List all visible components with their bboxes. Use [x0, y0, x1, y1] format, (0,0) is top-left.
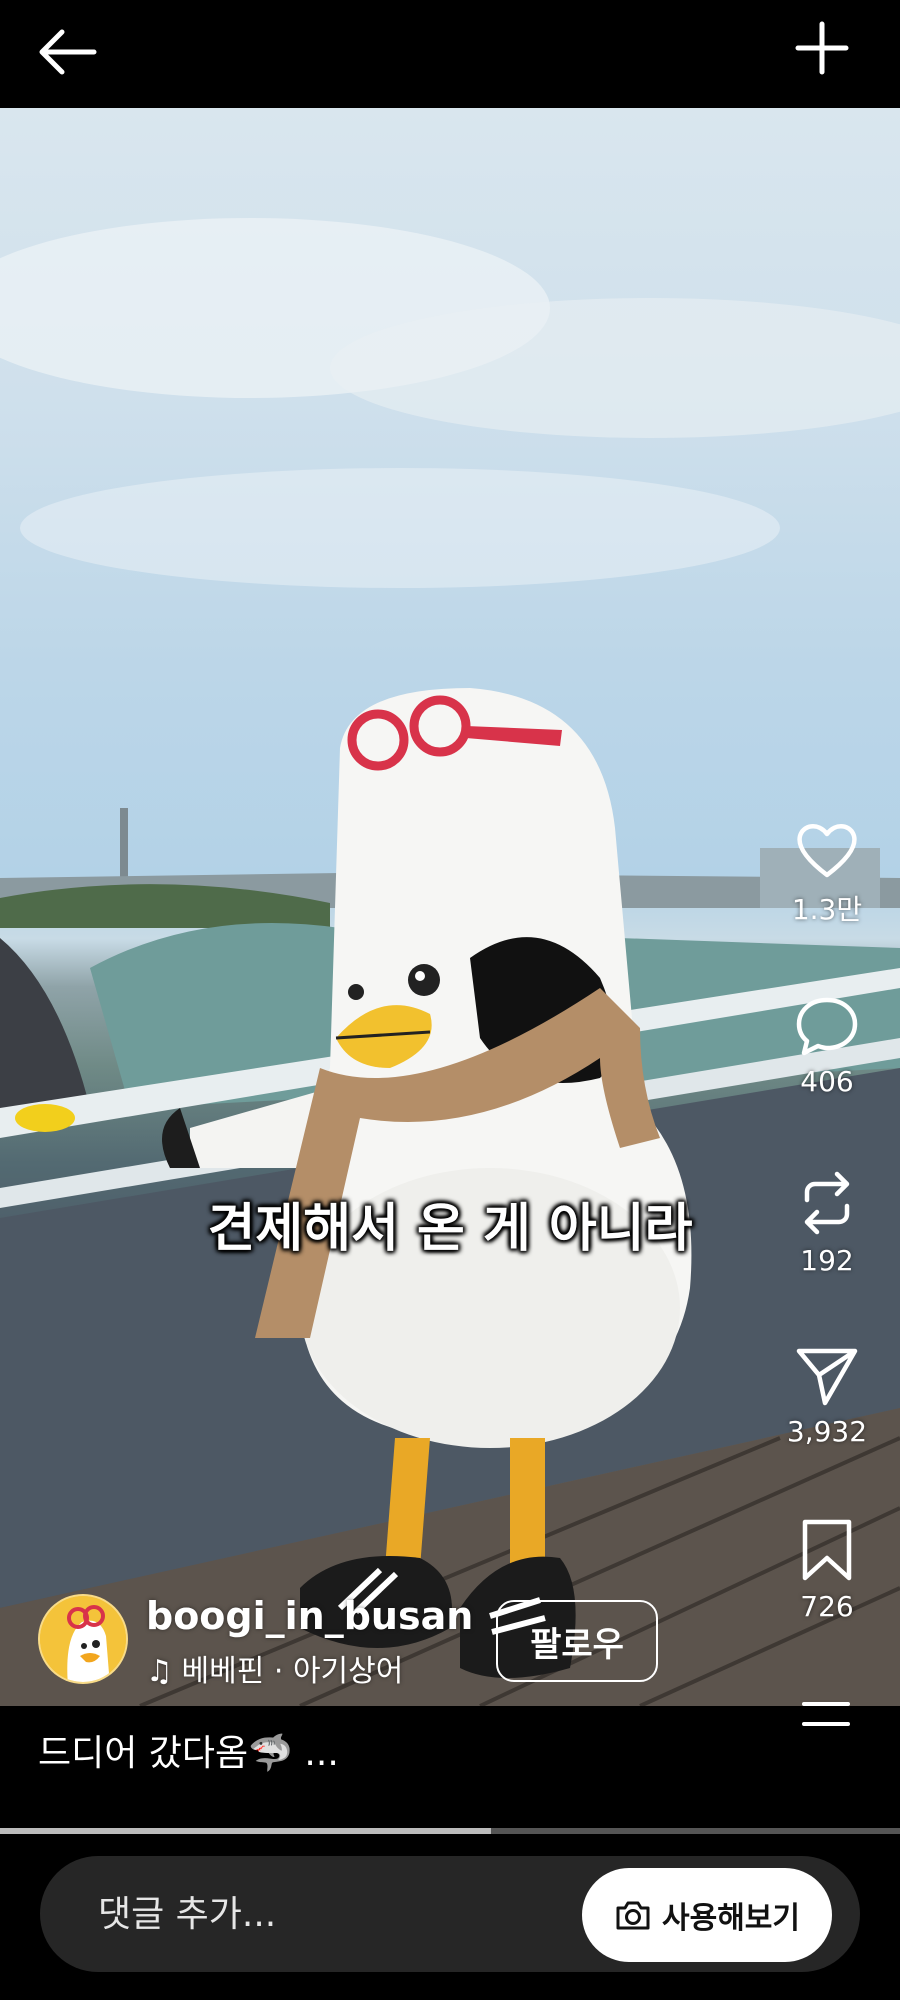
username[interactable]: boogi_in_busan [146, 1594, 473, 1638]
video-player[interactable]: 견제해서 온 게 아니라 [0, 108, 900, 1706]
music-note-icon: ♫ [146, 1654, 173, 1689]
arrow-left-icon[interactable] [36, 24, 100, 80]
comment-count: 406 [800, 1065, 854, 1098]
share-icon [796, 1348, 858, 1406]
bookmark-icon [802, 1519, 852, 1581]
share-count: 3,932 [786, 1415, 868, 1448]
repost-count: 192 [800, 1244, 854, 1277]
repost-icon [804, 1171, 850, 1235]
avatar-image [40, 1596, 126, 1682]
repost-button[interactable]: 192 [770, 1170, 884, 1277]
try-it-button[interactable]: 사용해보기 [582, 1868, 832, 1962]
comment-input[interactable] [98, 1856, 538, 1972]
caption[interactable]: 드디어 갔다옴🦈 ... [38, 1724, 339, 1776]
heart-icon [797, 824, 857, 878]
bookmark-button[interactable]: 726 [770, 1518, 884, 1623]
share-button[interactable]: 3,932 [770, 1345, 884, 1448]
follow-button[interactable]: 팔로우 [496, 1600, 658, 1682]
plus-icon[interactable] [792, 18, 852, 78]
bookmark-count: 726 [800, 1590, 854, 1623]
more-menu-icon[interactable] [800, 1700, 852, 1730]
top-bar [0, 0, 900, 108]
comment-button[interactable]: 406 [770, 995, 884, 1098]
like-count: 1.3만 [791, 893, 863, 926]
camera-icon [616, 1901, 650, 1930]
music-title: 베베핀 · 아기상어 [181, 1654, 404, 1689]
music-label[interactable]: ♫ 베베핀 · 아기상어 [146, 1646, 403, 1690]
avatar[interactable] [38, 1594, 128, 1684]
bottom-bar: 사용해보기 [0, 1834, 900, 2000]
try-it-label: 사용해보기 [662, 1901, 800, 1936]
comment-box: 사용해보기 [40, 1856, 860, 1972]
comment-icon [796, 997, 858, 1056]
like-button[interactable]: 1.3만 [770, 820, 884, 928]
author-row: boogi_in_busan ♫ 베베핀 · 아기상어 팔로우 [38, 1590, 678, 1690]
video-subtitle: 견제해서 온 게 아니라 [207, 1199, 693, 1259]
video-frame [0, 218, 900, 1706]
